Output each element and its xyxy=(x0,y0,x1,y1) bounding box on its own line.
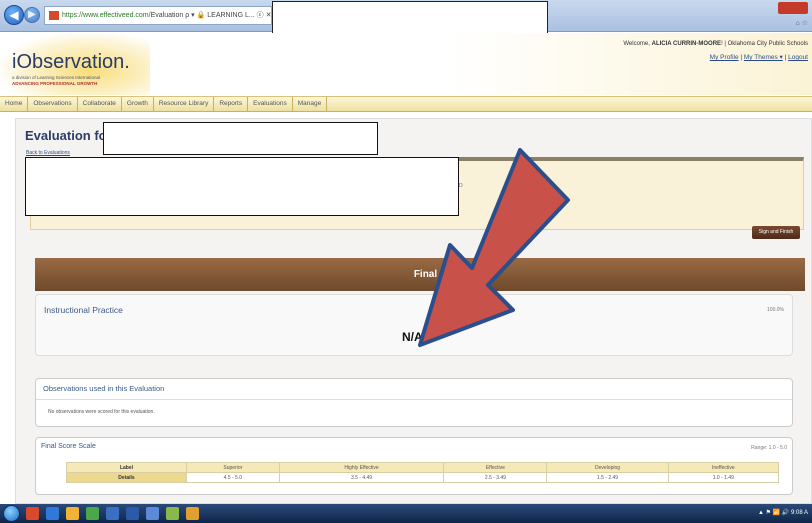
final-score-heading: Final Scor xyxy=(413,269,463,280)
taskbar: ▲ ⚑ 📶 🔊 9:08 A xyxy=(0,504,812,523)
redacted-info-box xyxy=(25,157,459,216)
welcome-user-name: ALICIA CURRIN-MOORE xyxy=(651,41,722,47)
logout-link[interactable]: Logout xyxy=(788,54,808,61)
welcome-prefix: Welcome, xyxy=(623,41,650,47)
table-cell: Highly Effective xyxy=(278,462,445,473)
sign-and-finish-button[interactable]: Sign and Finish xyxy=(752,226,800,239)
taskbar-app-icon[interactable] xyxy=(66,507,79,520)
table-row-header: Label xyxy=(66,462,187,473)
redacted-title-box xyxy=(103,122,378,155)
table-cell: Effective xyxy=(443,462,548,473)
nav-reports[interactable]: Reports xyxy=(214,97,249,111)
table-cell: 1.0 - 1.49 xyxy=(667,472,780,483)
score-scale-table: Label Superior Highly Effective Effectiv… xyxy=(66,462,780,483)
taskbar-app-icon[interactable] xyxy=(146,507,159,520)
nav-evaluations[interactable]: Evaluations xyxy=(248,97,293,111)
final-score-scale-title: Final Score Scale xyxy=(41,443,96,450)
nav-collaborate[interactable]: Collaborate xyxy=(78,97,122,111)
final-score-scale-panel: Final Score Scale Range: 1.0 - 5.0 Label… xyxy=(35,437,793,495)
taskbar-app-icon[interactable] xyxy=(166,507,179,520)
logo[interactable]: iObservation. xyxy=(12,51,130,74)
nav-observations[interactable]: Observations xyxy=(28,97,78,111)
system-tray[interactable]: ▲ ⚑ 📶 🔊 9:08 A xyxy=(758,509,808,516)
taskbar-app-icon[interactable] xyxy=(26,507,39,520)
window-close-icon[interactable] xyxy=(778,2,808,14)
nav-manage[interactable]: Manage xyxy=(293,97,328,111)
instructional-practice-percent: 100.0% xyxy=(767,307,784,313)
info-fragment: D xyxy=(459,183,463,189)
back-to-evaluations-link[interactable]: Back to Evaluations xyxy=(26,150,70,156)
welcome-text: Welcome, ALICIA CURRIN-MOORE! | Oklahoma… xyxy=(623,41,808,47)
instructional-practice-panel: Instructional Practice 100.0% N/A xyxy=(35,294,793,356)
table-cell: 3.5 - 4.49 xyxy=(278,472,445,483)
taskbar-app-icon[interactable] xyxy=(186,507,199,520)
taskbar-app-icon[interactable] xyxy=(46,507,59,520)
user-links: My Profile | My Themes ▾ | Logout xyxy=(709,54,808,61)
table-cell: Ineffective xyxy=(667,462,780,473)
logo-tagline: a division of Learning Sciences Internat… xyxy=(12,75,101,80)
nav-home[interactable]: Home xyxy=(0,97,29,111)
table-cell: Developing xyxy=(546,462,669,473)
site-header: iObservation. a division of Learning Sci… xyxy=(0,33,812,95)
table-cell: Superior xyxy=(186,462,280,473)
site-favicon-icon xyxy=(49,10,59,20)
instructional-practice-label: Instructional Practice xyxy=(44,305,123,315)
final-score-banner: Final Scor xyxy=(35,258,805,291)
address-url: https://www.effectiveed.com/ xyxy=(62,12,151,19)
divider xyxy=(36,399,792,400)
table-cell: 1.5 - 2.49 xyxy=(546,472,669,483)
taskbar-app-icon[interactable] xyxy=(106,507,119,520)
observations-title: Observations used in this Evaluation xyxy=(43,384,165,393)
taskbar-app-icon[interactable] xyxy=(126,507,139,520)
page-title: Evaluation fo xyxy=(25,128,107,143)
address-bar[interactable]: https://www.effectiveed.com/Evaluation ρ… xyxy=(44,6,272,25)
back-arrow-icon[interactable]: ◀ xyxy=(4,5,24,25)
main-nav: Home Observations Collaborate Growth Res… xyxy=(0,96,812,112)
no-observations-message: No observations were scored for this eva… xyxy=(48,409,155,415)
welcome-org: ! | Oklahoma City Public Schools xyxy=(721,41,808,47)
forward-arrow-icon[interactable]: ▶ xyxy=(24,7,40,23)
observations-panel: Observations used in this Evaluation No … xyxy=(35,378,793,427)
taskbar-app-icon[interactable] xyxy=(86,507,99,520)
address-controls: Evaluation ρ ▾ 🔒 LEARNING L... ⓒ ✕ xyxy=(150,12,272,19)
start-orb-icon[interactable] xyxy=(3,505,20,522)
logo-slogan: ADVANCING PROFESSIONAL GROWTH xyxy=(12,81,98,86)
my-profile-link[interactable]: My Profile xyxy=(710,54,739,61)
home-favorites-icons[interactable]: ⌂ ☆ xyxy=(796,19,808,27)
table-cell: 4.5 - 5.0 xyxy=(186,472,280,483)
score-range: Range: 1.0 - 5.0 xyxy=(751,445,787,451)
my-themes-link[interactable]: My Themes ▾ xyxy=(744,54,783,61)
table-row: Details 4.5 - 5.0 3.5 - 4.49 2.5 - 3.49 … xyxy=(66,472,780,483)
table-row: Label Superior Highly Effective Effectiv… xyxy=(66,462,780,473)
nav-resource-library[interactable]: Resource Library xyxy=(154,97,215,111)
nav-growth[interactable]: Growth xyxy=(122,97,154,111)
table-cell: 2.5 - 3.49 xyxy=(443,472,548,483)
table-row-header: Details xyxy=(66,472,187,483)
final-score-value: N/A xyxy=(402,330,423,344)
